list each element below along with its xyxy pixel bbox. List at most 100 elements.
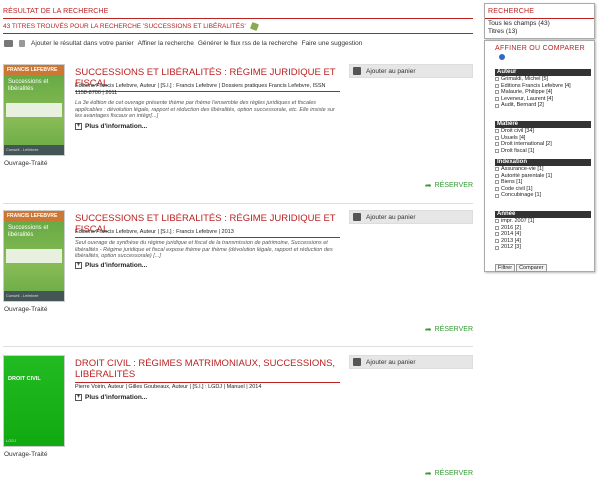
facet-checkbox[interactable] <box>495 77 499 82</box>
document-type: Ouvrage-Traité <box>4 160 48 167</box>
facet-option-label: Malaurie, Philippe [4] <box>501 89 553 96</box>
facet-checkbox[interactable] <box>495 167 499 172</box>
facet-option[interactable]: Biens [1] <box>495 179 591 186</box>
facet-option[interactable]: Droit fiscal [1] <box>495 148 591 155</box>
more-info-toggle[interactable]: + Plus d'information... <box>75 262 147 269</box>
facet-checkbox[interactable] <box>495 129 499 134</box>
facet-option-label: Concubinage [1] <box>501 192 542 199</box>
print-icon[interactable] <box>19 40 25 47</box>
result-record: FRANCIS LEFEBVRE Successions et libérali… <box>3 210 473 340</box>
facet-checkbox[interactable] <box>495 232 499 237</box>
facet-option-label: Droit international [2] <box>501 141 552 148</box>
cover-publisher: FRANCIS LEFEBVRE <box>4 65 64 75</box>
more-info-toggle[interactable]: + Plus d'information... <box>75 394 147 401</box>
more-info-label: Plus d'information... <box>85 262 148 269</box>
facet-author: Auteur Grimaldi, Michel [5] Editions Fra… <box>495 69 591 109</box>
add-to-cart-button[interactable]: Ajouter au panier <box>349 210 473 224</box>
compare-button[interactable]: Comparer <box>516 264 547 272</box>
filter-button[interactable]: Filtrer <box>495 264 516 272</box>
facet-checkbox[interactable] <box>495 83 499 88</box>
book-cover-image[interactable]: DROIT CIVIL LGDJ <box>3 355 65 447</box>
result-record: DROIT CIVIL LGDJ Ouvrage-Traité DROIT CI… <box>3 355 473 480</box>
facet-checkbox[interactable] <box>495 135 499 140</box>
facet-option-label: impr. 2007 [1] <box>501 218 535 224</box>
search-summary-heading: RECHERCHE <box>485 4 594 19</box>
facet-option[interactable]: Code civil [1] <box>495 186 591 193</box>
record-title-link[interactable]: DROIT CIVIL : RÉGIMES MATRIMONIAUX, SUCC… <box>75 358 340 383</box>
document-type: Ouvrage-Traité <box>4 306 48 313</box>
book-cover-image[interactable]: FRANCIS LEFEBVRE Successions et libérali… <box>3 64 65 156</box>
facet-heading: Matière <box>495 121 591 128</box>
facet-checkbox[interactable] <box>495 142 499 147</box>
facet-checkbox[interactable] <box>495 187 499 192</box>
edit-search-icon[interactable] <box>249 22 259 31</box>
facet-option[interactable]: Droit civil [34] <box>495 128 591 135</box>
facet-checkbox[interactable] <box>495 173 499 178</box>
rss-feed-link[interactable]: Générer le flux rss de la recherche <box>198 40 298 47</box>
facet-option[interactable]: Audit, Bernard [2] <box>495 102 591 109</box>
facet-checkbox[interactable] <box>495 225 499 230</box>
book-cover-image[interactable]: FRANCIS LEFEBVRE Successions et libérali… <box>3 210 65 302</box>
facet-checkbox[interactable] <box>495 90 499 95</box>
facet-checkbox[interactable] <box>495 245 499 250</box>
facet-option[interactable]: Leveneur, Laurent [4] <box>495 96 591 103</box>
reserve-arrow-icon: ➦ <box>424 469 432 478</box>
facet-checkbox[interactable] <box>495 219 499 224</box>
facet-option-label: Usuels [4] <box>501 134 526 141</box>
suggestion-link[interactable]: Faire une suggestion <box>302 40 363 47</box>
result-record: FRANCIS LEFEBVRE Successions et libérali… <box>3 64 473 194</box>
facet-option-label: Code civil [1] <box>501 185 533 192</box>
facet-checkbox[interactable] <box>495 193 499 198</box>
add-to-cart-button[interactable]: Ajouter au panier <box>349 355 473 369</box>
facet-option[interactable]: Assurance-vie [1] <box>495 166 591 173</box>
facet-heading: Indexation <box>495 159 591 166</box>
record-abstract: Seul ouvrage de synthèse du régime jurid… <box>75 240 333 259</box>
cover-footer: Conseil - Lefebvre <box>4 291 64 301</box>
facet-option[interactable]: 2014 [4] <box>495 231 591 238</box>
facet-option[interactable]: Editions Francis Lefebvre [4] <box>495 83 591 90</box>
more-info-label: Plus d'information... <box>85 123 148 130</box>
sidebar: RECHERCHE Tous les champs (43) Titres (1… <box>481 0 600 480</box>
search-titles-link[interactable]: Titres (13) <box>485 27 594 35</box>
cover-strip <box>6 103 62 117</box>
facet-option-label: Autorité parentale [1] <box>501 172 553 179</box>
facet-option[interactable]: Autorité parentale [1] <box>495 173 591 180</box>
cover-title: DROIT CIVIL <box>8 376 41 382</box>
add-to-cart-button[interactable]: Ajouter au panier <box>349 64 473 78</box>
facet-option[interactable]: Grimaldi, Michel [5] <box>495 76 591 83</box>
cover-footer: Conseil - Lefebvre <box>4 145 64 155</box>
facet-option[interactable]: Droit international [2] <box>495 141 591 148</box>
reserve-button[interactable]: ➦ RÉSERVER <box>425 469 473 478</box>
cover-body <box>4 356 64 446</box>
record-divider <box>3 203 473 204</box>
facet-option[interactable]: 2013 [4] <box>495 238 591 245</box>
add-results-to-cart-link[interactable]: Ajouter le résultat dans votre panier <box>31 40 134 47</box>
facet-option[interactable]: impr. 2007 [1] <box>495 218 591 225</box>
reserve-arrow-icon: ➦ <box>424 325 432 334</box>
facet-checkbox[interactable] <box>495 180 499 185</box>
basket-icon[interactable] <box>4 40 13 47</box>
search-summary-box: RECHERCHE Tous les champs (43) Titres (1… <box>484 3 595 39</box>
refine-heading: AFFINER OU COMPARER <box>495 45 585 52</box>
facet-checkbox[interactable] <box>495 103 499 108</box>
facet-checkbox[interactable] <box>495 149 499 154</box>
reserve-button[interactable]: ➦ RÉSERVER <box>425 181 473 190</box>
reserve-button[interactable]: ➦ RÉSERVER <box>425 325 473 334</box>
reserve-label: RÉSERVER <box>434 182 473 189</box>
cover-title: Successions et libéralités <box>8 79 49 92</box>
facet-option[interactable]: Usuels [4] <box>495 135 591 142</box>
facet-checkbox[interactable] <box>495 239 499 244</box>
facet-option[interactable]: Malaurie, Philippe [4] <box>495 89 591 96</box>
search-all-fields-link[interactable]: Tous les champs (43) <box>485 19 594 27</box>
more-info-toggle[interactable]: + Plus d'information... <box>75 123 147 130</box>
facet-option[interactable]: Concubinage [1] <box>495 192 591 199</box>
facet-option-label: 2012 [3] <box>501 244 521 251</box>
cover-title: Successions et libéralités <box>8 225 49 238</box>
facet-option[interactable]: 2012 [3] <box>495 244 591 251</box>
facet-heading: Année <box>495 211 591 218</box>
refine-search-link[interactable]: Affiner la recherche <box>138 40 194 47</box>
facet-option-label: 2013 [4] <box>501 237 521 244</box>
facet-option-label: 2014 [4] <box>501 231 521 238</box>
facet-checkbox[interactable] <box>495 97 499 102</box>
facet-option[interactable]: 2016 [2] <box>495 225 591 232</box>
